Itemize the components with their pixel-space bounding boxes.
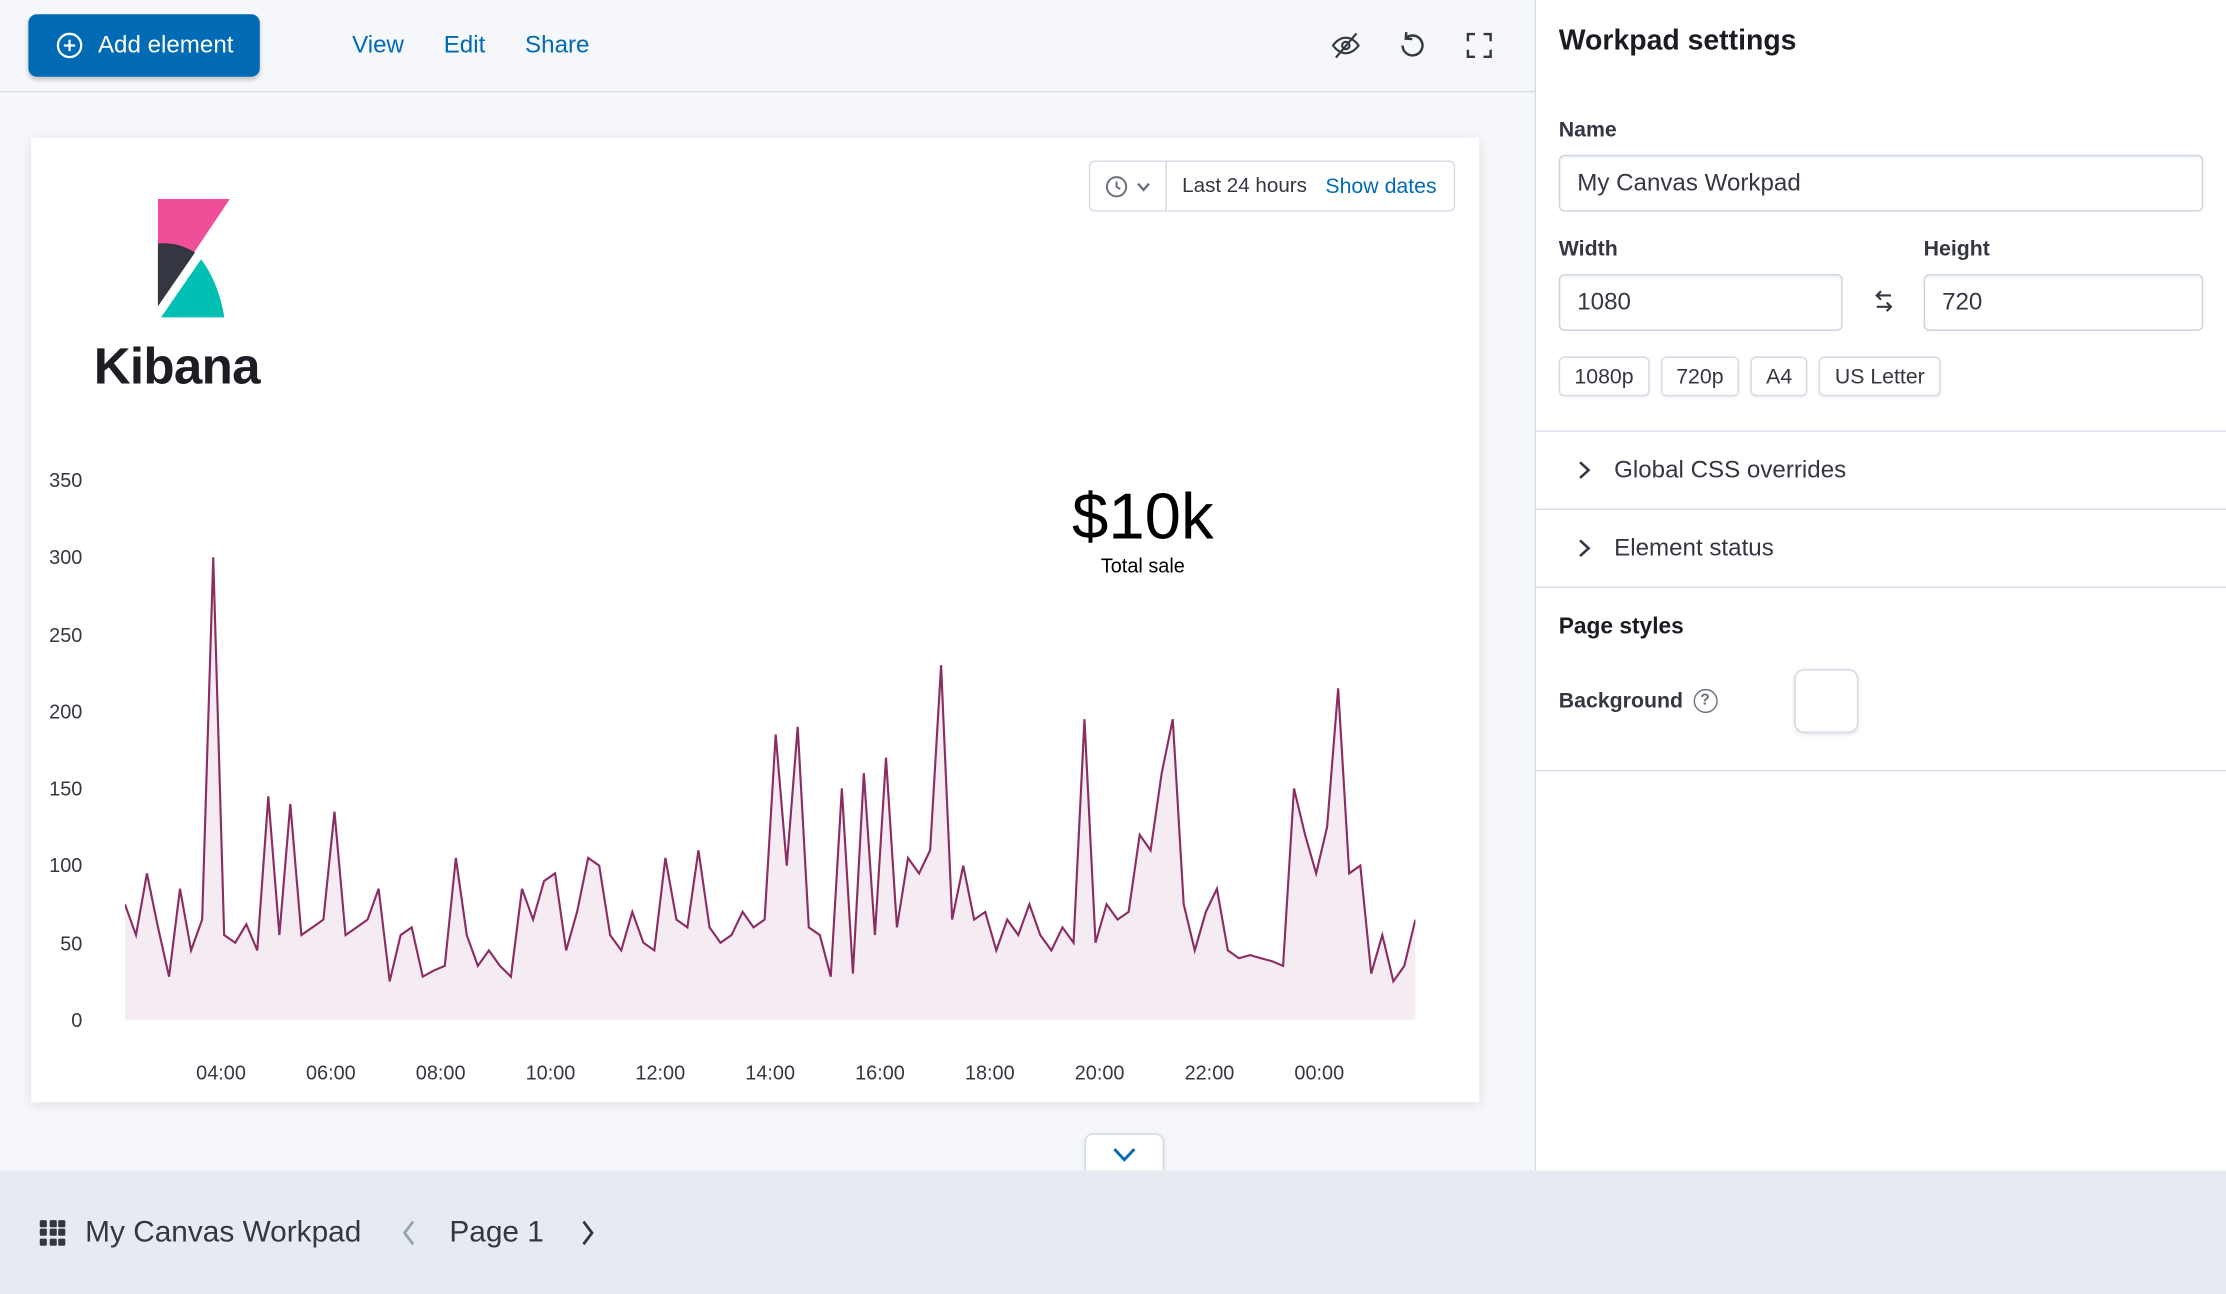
x-axis-label: 14:00 bbox=[745, 1061, 795, 1084]
y-axis-label: 150 bbox=[31, 776, 82, 802]
x-axis-label: 18:00 bbox=[965, 1061, 1015, 1084]
footer-workpad-name: My Canvas Workpad bbox=[85, 1215, 361, 1249]
previous-page-button[interactable] bbox=[398, 1217, 418, 1248]
area-chart-element[interactable] bbox=[125, 480, 1415, 1020]
divider bbox=[1536, 770, 2226, 771]
page-styles-title: Page styles bbox=[1559, 615, 2204, 641]
chevron-right-icon bbox=[578, 1217, 598, 1248]
height-label: Height bbox=[1924, 237, 2204, 261]
chevron-right-icon bbox=[1573, 537, 1596, 560]
divider bbox=[1536, 587, 2226, 588]
refresh-icon[interactable] bbox=[1397, 30, 1428, 61]
preset-720p-button[interactable]: 720p bbox=[1661, 357, 1740, 397]
chart-area bbox=[125, 557, 1415, 1020]
x-axis-label: 04:00 bbox=[196, 1061, 246, 1084]
workpad-page[interactable]: Kibana Last 24 hours Show dates $10k Tot… bbox=[31, 138, 1479, 1102]
background-row: Background ? bbox=[1559, 668, 2204, 733]
clock-icon bbox=[1104, 174, 1128, 198]
accordion-element-status[interactable]: Element status bbox=[1559, 510, 2204, 587]
preset-us-letter-button[interactable]: US Letter bbox=[1819, 357, 1940, 397]
swap-dimensions-icon[interactable] bbox=[1868, 287, 1899, 315]
chevron-left-icon bbox=[398, 1217, 418, 1248]
x-axis-label: 00:00 bbox=[1294, 1061, 1344, 1084]
eye-slash-icon[interactable] bbox=[1330, 30, 1361, 61]
width-input[interactable] bbox=[1559, 274, 1843, 331]
y-axis-label: 100 bbox=[31, 853, 82, 879]
x-axis-label: 16:00 bbox=[855, 1061, 905, 1084]
next-page-button[interactable] bbox=[578, 1217, 598, 1248]
preset-a4-button[interactable]: A4 bbox=[1751, 357, 1808, 397]
x-axis-label: 22:00 bbox=[1185, 1061, 1235, 1084]
view-menu-item[interactable]: View bbox=[352, 31, 404, 59]
top-toolbar: Add element View Edit Share bbox=[0, 0, 1535, 92]
x-axis-label: 06:00 bbox=[306, 1061, 356, 1084]
edit-menu-item[interactable]: Edit bbox=[444, 31, 486, 59]
time-filter: Last 24 hours Show dates bbox=[1088, 161, 1455, 212]
circle-plus-icon bbox=[55, 31, 83, 59]
width-label: Width bbox=[1559, 237, 1843, 261]
apps-icon[interactable] bbox=[40, 1219, 66, 1245]
accordion-label: Element status bbox=[1614, 534, 1774, 562]
toolbar-right-icons bbox=[1330, 0, 1495, 91]
x-axis-label: 08:00 bbox=[416, 1061, 466, 1084]
page-manager-toggle-button[interactable] bbox=[1085, 1133, 1164, 1170]
y-axis-label: 300 bbox=[31, 544, 82, 570]
y-axis-label: 0 bbox=[31, 1007, 82, 1033]
y-axis-label: 350 bbox=[31, 467, 82, 493]
panel-title: Workpad settings bbox=[1559, 26, 2204, 59]
x-axis-label: 20:00 bbox=[1075, 1061, 1125, 1084]
add-element-button[interactable]: Add element bbox=[28, 14, 260, 76]
canvas-area: Kibana Last 24 hours Show dates $10k Tot… bbox=[0, 92, 1535, 1170]
name-label: Name bbox=[1559, 118, 2204, 142]
chevron-down-icon bbox=[1112, 1146, 1138, 1163]
workpad-name-input[interactable] bbox=[1559, 155, 2204, 212]
help-icon[interactable]: ? bbox=[1693, 688, 1717, 712]
time-range-label[interactable]: Last 24 hours bbox=[1167, 175, 1323, 198]
height-input[interactable] bbox=[1924, 274, 2204, 331]
fullscreen-icon[interactable] bbox=[1464, 30, 1495, 61]
background-color-swatch[interactable] bbox=[1794, 668, 1858, 732]
accordion-label: Global CSS overrides bbox=[1614, 456, 1846, 484]
size-presets: 1080p 720p A4 US Letter bbox=[1559, 357, 2204, 397]
background-label: Background bbox=[1559, 688, 1683, 712]
chevron-right-icon bbox=[1573, 459, 1596, 482]
toolbar-menu: View Edit Share bbox=[352, 0, 589, 91]
background-label-group: Background ? bbox=[1559, 688, 1717, 712]
y-axis-label: 250 bbox=[31, 622, 82, 648]
accordion-global-css[interactable]: Global CSS overrides bbox=[1559, 432, 2204, 509]
workpad-settings-panel: Workpad settings Name Width Height 1080p… bbox=[1535, 0, 2226, 1170]
y-axis-label: 200 bbox=[31, 699, 82, 725]
show-dates-button[interactable]: Show dates bbox=[1323, 174, 1454, 198]
time-filter-quick-menu[interactable] bbox=[1090, 162, 1167, 210]
kibana-logo-icon[interactable] bbox=[148, 199, 230, 318]
x-axis-label: 12:00 bbox=[635, 1061, 685, 1084]
page-number-label[interactable]: Page 1 bbox=[449, 1215, 543, 1249]
preset-1080p-button[interactable]: 1080p bbox=[1559, 357, 1649, 397]
add-element-label: Add element bbox=[98, 31, 234, 59]
canvas-app: Add element View Edit Share bbox=[0, 0, 2226, 1294]
x-axis-label: 10:00 bbox=[526, 1061, 576, 1084]
dimensions-row: Width Height bbox=[1559, 237, 2204, 331]
share-menu-item[interactable]: Share bbox=[525, 31, 589, 59]
chevron-down-icon bbox=[1135, 178, 1151, 194]
kibana-logo-text[interactable]: Kibana bbox=[94, 337, 260, 397]
y-axis-label: 50 bbox=[31, 930, 82, 956]
footer-bar: My Canvas Workpad Page 1 bbox=[0, 1170, 2226, 1294]
